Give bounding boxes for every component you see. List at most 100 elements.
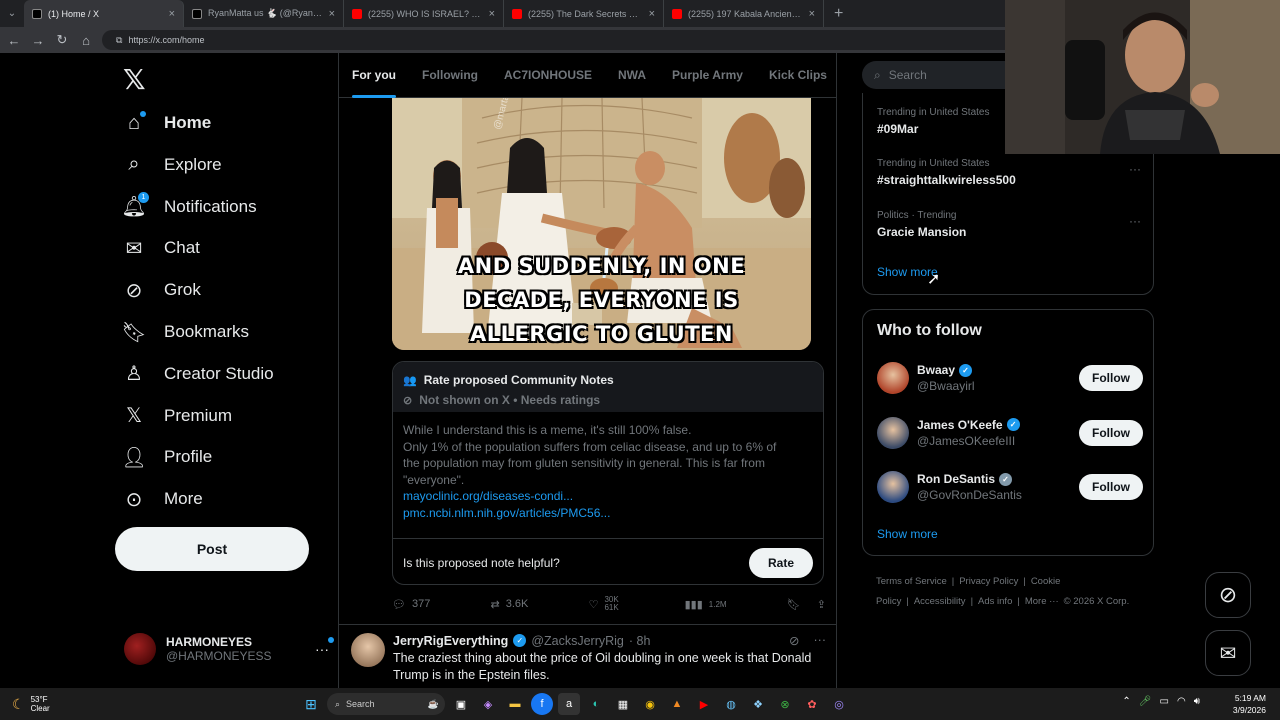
obs-icon[interactable]: ◎ — [828, 693, 850, 715]
avatar[interactable] — [877, 471, 909, 503]
taskbar-search[interactable]: ⌕ Search ☕ — [327, 693, 445, 715]
x-logo-icon[interactable]: 𝕏 — [123, 63, 146, 96]
file-explorer-icon[interactable]: ▬ — [504, 693, 526, 715]
browser-tab[interactable]: (1) Home / X × — [24, 0, 184, 27]
browser-tab[interactable]: (2255) 197 Kabala Ancient Magic × — [664, 0, 824, 27]
trend-item[interactable]: Trending in United States #straighttalkw… — [877, 158, 1141, 187]
sidebar-item-explore[interactable]: ⌕ Explore — [122, 153, 221, 177]
tab-search-chevron-icon[interactable]: ⌄ — [0, 8, 24, 19]
copilot-icon[interactable]: ◈ — [477, 693, 499, 715]
note-link-mayoclinic[interactable]: mayoclinic.org/diseases-condi... — [403, 488, 813, 505]
sidebar-item-bookmarks[interactable]: 🔖︎ Bookmarks — [121, 320, 249, 344]
tab-close-icon[interactable]: × — [169, 8, 175, 20]
tab-for-you[interactable]: For you — [339, 53, 409, 98]
browser-tab[interactable]: (2255) WHO IS ISRAEL? The Zionist × — [344, 0, 504, 27]
tab-ac7ionhouse[interactable]: AC7IONHOUSE — [491, 53, 605, 98]
post-author-handle[interactable]: @ZacksJerryRig — [531, 634, 624, 648]
bookmark-icon[interactable]: 🔖︎ — [787, 598, 801, 611]
wifi-icon[interactable]: ◠ — [1177, 696, 1186, 707]
reply-action[interactable]: 💬︎ 377 — [392, 598, 430, 611]
volume-icon[interactable]: 🔊︎ — [1194, 696, 1200, 707]
follow-button[interactable]: Follow — [1079, 419, 1143, 446]
who-to-follow-show-more-link[interactable]: Show more — [877, 527, 938, 541]
grok-icon[interactable]: ⊘ — [789, 633, 799, 648]
sidebar-item-profile[interactable]: 👤︎ Profile — [121, 445, 212, 469]
note-link-pmc[interactable]: pmc.ncbi.nlm.nih.gov/articles/PMC56... — [403, 505, 813, 522]
display-icon[interactable]: ▭ — [1160, 696, 1169, 707]
feed-post[interactable]: JerryRigEverything ✓ @ZacksJerryRig · 8h… — [339, 624, 836, 688]
system-clock[interactable]: 5:19 AM 3/9/2026 — [1233, 692, 1266, 716]
tab-following[interactable]: Following — [409, 53, 491, 98]
tab-close-icon[interactable]: × — [809, 8, 815, 20]
follow-button[interactable]: Follow — [1079, 365, 1143, 391]
messages-floating-button[interactable]: ✉ — [1205, 630, 1251, 676]
post-image[interactable]: @martaim AND SUDDENLY, IN ONE DECADE, EV… — [392, 98, 811, 350]
calculator-icon[interactable]: ▦ — [612, 693, 634, 715]
grok-floating-button[interactable]: ⊘ — [1205, 572, 1251, 618]
trend-item[interactable]: Politics · Trending Gracie Mansion ··· — [877, 210, 1141, 239]
tray-chevron-icon[interactable]: ⌃ — [1122, 696, 1130, 707]
tab-kick-clips[interactable]: Kick Clips — [756, 53, 836, 98]
site-info-icon[interactable]: ⧉ — [116, 35, 122, 46]
footer-link[interactable]: Ads info — [978, 596, 1012, 607]
youtube-icon[interactable]: ▶ — [693, 693, 715, 715]
amazon-icon[interactable]: a — [558, 693, 580, 715]
forward-arrow-icon[interactable]: → — [30, 33, 46, 48]
avatar[interactable] — [351, 633, 385, 667]
repost-action[interactable]: ⇄ 3.6K — [491, 598, 529, 611]
task-view-icon[interactable]: ▣ — [450, 693, 472, 715]
back-arrow-icon[interactable]: ← — [6, 33, 22, 48]
tab-purple-army[interactable]: Purple Army — [659, 53, 756, 98]
tab-close-icon[interactable]: × — [649, 8, 655, 20]
post-more-icon[interactable]: ··· — [814, 633, 827, 648]
sidebar-item-notifications[interactable]: 🔔︎ 1 Notifications — [121, 191, 257, 219]
sidebar-item-creator-studio[interactable]: ♙ Creator Studio — [122, 362, 274, 386]
sidebar-item-chat[interactable]: ✉ Chat — [122, 236, 200, 260]
sidebar-item-grok[interactable]: ⊘ Grok — [122, 278, 201, 302]
sidebar-item-premium[interactable]: 𝕏 Premium — [122, 404, 232, 428]
windows-start-icon[interactable]: ⊞ — [300, 693, 322, 715]
browser-home-icon[interactable]: ⌂ — [78, 33, 94, 48]
post-button[interactable]: Post — [115, 527, 309, 571]
avatar[interactable] — [877, 416, 909, 449]
like-action[interactable]: ♡ 30K 61K — [589, 596, 625, 612]
avatar[interactable] — [877, 362, 909, 394]
xbox-icon[interactable]: ⊗ — [774, 693, 796, 715]
views-action[interactable]: ▮▮▮ 1.2M — [685, 598, 727, 611]
steam-icon[interactable]: ◍ — [720, 693, 742, 715]
app-icon[interactable]: ❖ — [747, 693, 769, 715]
rate-button[interactable]: Rate — [749, 547, 813, 578]
footer-link[interactable]: Privacy Policy — [959, 576, 1018, 587]
sidebar-item-more[interactable]: ⊙ More — [122, 487, 203, 511]
edge-icon[interactable]: ◐ — [585, 693, 607, 715]
footer-link[interactable]: More ··· — [1025, 596, 1059, 607]
app-badge-icon[interactable]: ✿ — [801, 693, 823, 715]
follow-suggestion[interactable]: Ron DeSantis ✓ @GovRonDeSantis Follow — [877, 469, 1143, 505]
vlc-icon[interactable]: ▲ — [666, 693, 688, 715]
weather-widget[interactable]: ☾ 53°F Clear — [0, 695, 300, 713]
chrome-icon[interactable]: ◉ — [639, 693, 661, 715]
footer-link[interactable]: © 2026 X Corp. — [1064, 596, 1130, 607]
follow-suggestion[interactable]: James O'Keefe ✓ @JamesOKeefeIII Follow — [877, 415, 1143, 451]
browser-tab[interactable]: (2255) The Dark Secrets of Kabbala × — [504, 0, 664, 27]
reload-icon[interactable]: ↻ — [54, 32, 70, 48]
trend-more-icon[interactable]: ··· — [1129, 214, 1141, 228]
follow-button[interactable]: Follow — [1079, 474, 1143, 500]
facebook-icon[interactable]: f — [531, 693, 553, 715]
follow-suggestion[interactable]: Bwaay ✓ @Bwaayirl Follow — [877, 360, 1143, 396]
post-author-name[interactable]: JerryRigEverything — [393, 634, 508, 648]
trend-more-icon[interactable]: ··· — [1129, 162, 1141, 176]
account-more-icon[interactable]: ··· — [315, 637, 334, 657]
browser-tab[interactable]: RyanMatta us 🐇 (@Ryanmatta) / X × — [184, 0, 344, 27]
post-time[interactable]: · 8h — [629, 634, 651, 648]
new-tab-plus-icon[interactable]: + — [824, 5, 843, 23]
account-switcher[interactable]: HARMONEYES @HARMONEYESS ··· — [124, 633, 334, 665]
microphone-icon[interactable]: 🎤︎ — [1139, 696, 1152, 707]
footer-link[interactable]: Terms of Service — [876, 576, 947, 587]
footer-link[interactable]: Accessibility — [914, 596, 966, 607]
tab-close-icon[interactable]: × — [329, 8, 335, 20]
sidebar-item-home[interactable]: ⌂ Home — [122, 111, 211, 135]
share-icon[interactable]: ⇪ — [817, 598, 826, 611]
tab-nwa[interactable]: NWA — [605, 53, 659, 98]
tab-close-icon[interactable]: × — [489, 8, 495, 20]
